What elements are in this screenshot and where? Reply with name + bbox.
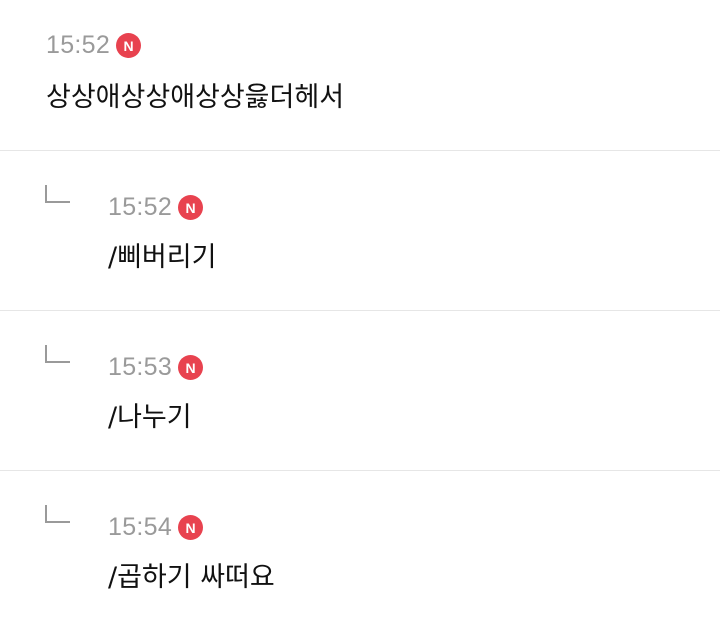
reply-text: /곱하기 싸떠요 [108, 562, 275, 593]
comment-list: 15:52 N 상상애상상애상상읋더헤서 15:52 N /삐버리기 15:53… [0, 0, 720, 624]
comment-meta: 15:52 N [46, 31, 142, 59]
reply-time: 15:53 [108, 353, 173, 381]
reply-arrow-icon [45, 185, 70, 203]
reply-meta: 15:54 N [108, 513, 204, 541]
new-badge: N [178, 515, 204, 540]
reply-meta: 15:52 N [108, 193, 204, 221]
reply-item: 15:53 N /나누기 [0, 311, 720, 471]
comment-item: 15:52 N 상상애상상애상상읋더헤서 [0, 0, 720, 151]
new-badge: N [116, 33, 142, 58]
reply-time: 15:52 [108, 193, 173, 221]
comment-text: 상상애상상애상상읋더헤서 [46, 82, 345, 113]
reply-text: /삐버리기 [108, 242, 217, 273]
reply-item: 15:54 N /곱하기 싸떠요 [0, 471, 720, 624]
reply-item: 15:52 N /삐버리기 [0, 151, 720, 311]
new-badge: N [178, 355, 204, 380]
reply-meta: 15:53 N [108, 353, 204, 381]
reply-arrow-icon [45, 505, 70, 523]
reply-text: /나누기 [108, 402, 192, 433]
comment-time: 15:52 [46, 31, 111, 59]
new-badge: N [178, 195, 204, 220]
reply-time: 15:54 [108, 513, 173, 541]
reply-arrow-icon [45, 345, 70, 363]
